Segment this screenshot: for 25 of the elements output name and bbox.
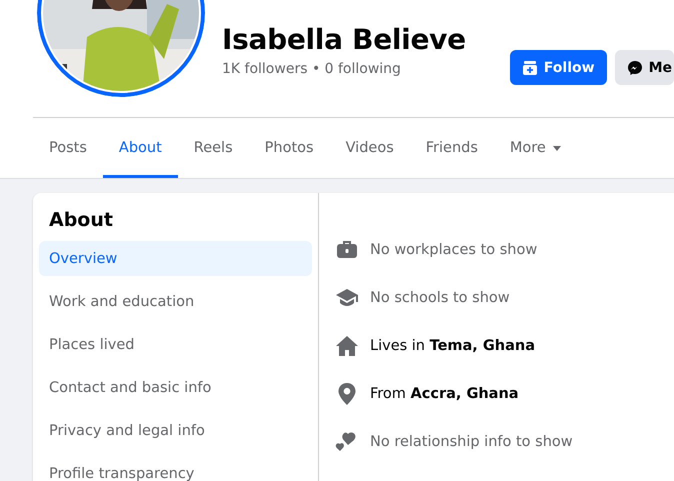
- messenger-icon: [626, 60, 643, 76]
- sidebar-item[interactable]: Work and education: [39, 284, 312, 319]
- sidebar-item[interactable]: Overview: [39, 241, 312, 276]
- profile-tab[interactable]: Reels: [178, 118, 249, 178]
- sidebar-item[interactable]: Profile transparency: [39, 456, 312, 481]
- follower-stats: 1K followers • 0 following: [222, 61, 402, 77]
- add-friend-icon: [522, 60, 538, 76]
- profile-tab[interactable]: Photos: [248, 118, 330, 178]
- detail-text: No schools to show: [370, 290, 510, 306]
- profile-tab[interactable]: Posts: [33, 118, 103, 178]
- profile-tab[interactable]: Friends: [410, 118, 494, 178]
- detail-text: No workplaces to show: [370, 242, 538, 258]
- detail-text: Lives in Tema, Ghana: [370, 338, 535, 354]
- sidebar-item[interactable]: Contact and basic info: [39, 370, 312, 405]
- sidebar-item[interactable]: Places lived: [39, 327, 312, 362]
- profile-tab[interactable]: More: [494, 118, 578, 178]
- detail-text: No relationship info to show: [370, 434, 573, 450]
- message-button[interactable]: Me: [614, 50, 674, 85]
- house-icon: [335, 334, 359, 358]
- detail-text: From Accra, Ghana: [370, 386, 519, 402]
- profile-name: Isabella Believe: [222, 23, 466, 56]
- follow-button[interactable]: Follow: [510, 50, 607, 85]
- sidebar-item[interactable]: Privacy and legal info: [39, 413, 312, 448]
- profile-tab[interactable]: Videos: [330, 118, 410, 178]
- section-title: About: [49, 209, 114, 231]
